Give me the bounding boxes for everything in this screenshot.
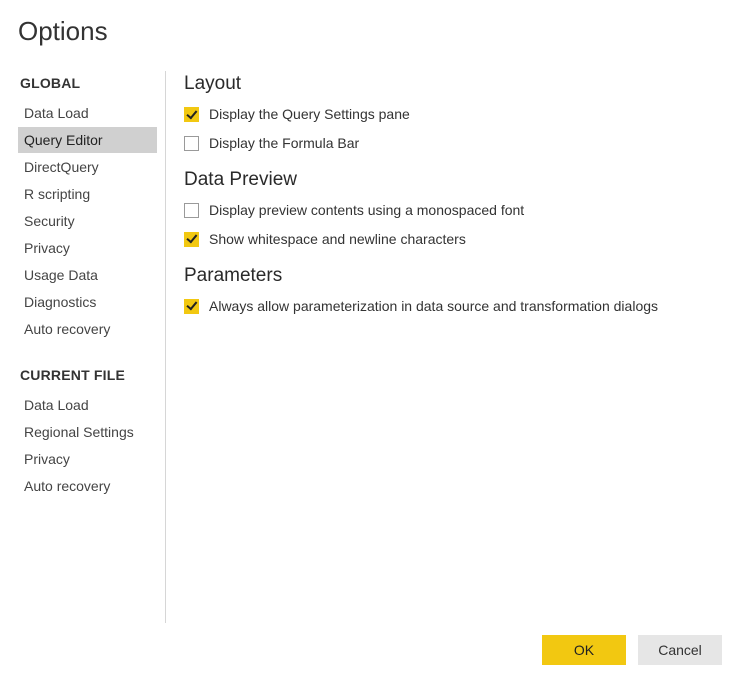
option-row: Display the Formula Bar xyxy=(184,134,714,153)
option-label: Show whitespace and newline characters xyxy=(209,230,466,249)
section-title-layout: Layout xyxy=(184,73,714,95)
sidebar-item-cf-regional-settings[interactable]: Regional Settings xyxy=(18,419,157,445)
sidebar-item-security[interactable]: Security xyxy=(18,208,157,234)
sidebar-item-query-editor[interactable]: Query Editor xyxy=(18,127,157,153)
checkbox-monospaced-preview[interactable] xyxy=(184,203,199,218)
content-pane: Layout Display the Query Settings pane D… xyxy=(166,71,722,623)
ok-button[interactable]: OK xyxy=(542,635,626,665)
checkbox-show-whitespace[interactable] xyxy=(184,232,199,247)
sidebar-item-privacy[interactable]: Privacy xyxy=(18,235,157,261)
sidebar-item-data-load[interactable]: Data Load xyxy=(18,100,157,126)
section-title-parameters: Parameters xyxy=(184,265,714,287)
dialog-title: Options xyxy=(18,16,722,47)
cancel-button[interactable]: Cancel xyxy=(638,635,722,665)
checkbox-display-formula-bar[interactable] xyxy=(184,136,199,151)
option-label: Display the Formula Bar xyxy=(209,134,359,153)
option-label: Display preview contents using a monospa… xyxy=(209,201,524,220)
sidebar-item-r-scripting[interactable]: R scripting xyxy=(18,181,157,207)
option-row: Display the Query Settings pane xyxy=(184,105,714,124)
sidebar-item-usage-data[interactable]: Usage Data xyxy=(18,262,157,288)
sidebar-item-cf-auto-recovery[interactable]: Auto recovery xyxy=(18,473,157,499)
option-label: Display the Query Settings pane xyxy=(209,105,410,124)
sidebar-item-cf-privacy[interactable]: Privacy xyxy=(18,446,157,472)
sidebar-item-directquery[interactable]: DirectQuery xyxy=(18,154,157,180)
sidebar: GLOBAL Data Load Query Editor DirectQuer… xyxy=(18,71,166,623)
dialog-footer: OK Cancel xyxy=(542,635,722,665)
sidebar-group-current-file: CURRENT FILE xyxy=(18,365,165,391)
sidebar-item-cf-data-load[interactable]: Data Load xyxy=(18,392,157,418)
dialog-body: GLOBAL Data Load Query Editor DirectQuer… xyxy=(18,71,722,623)
option-label: Always allow parameterization in data so… xyxy=(209,297,658,316)
sidebar-group-global: GLOBAL xyxy=(18,73,165,99)
sidebar-item-auto-recovery[interactable]: Auto recovery xyxy=(18,316,157,342)
options-dialog: Options GLOBAL Data Load Query Editor Di… xyxy=(0,0,740,679)
section-title-data-preview: Data Preview xyxy=(184,169,714,191)
option-row: Display preview contents using a monospa… xyxy=(184,201,714,220)
checkbox-allow-parameterization[interactable] xyxy=(184,299,199,314)
sidebar-item-diagnostics[interactable]: Diagnostics xyxy=(18,289,157,315)
option-row: Always allow parameterization in data so… xyxy=(184,297,714,316)
option-row: Show whitespace and newline characters xyxy=(184,230,714,249)
checkbox-display-query-settings[interactable] xyxy=(184,107,199,122)
